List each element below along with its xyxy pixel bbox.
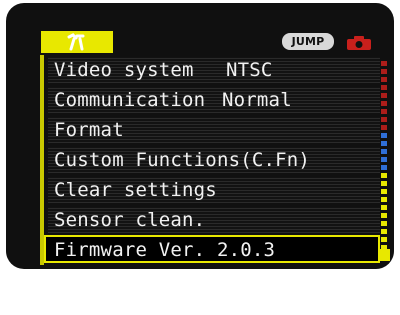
menu-item-custom-functions[interactable]: Custom Functions(C.Fn)	[48, 147, 380, 173]
scrollbar-segment	[381, 109, 387, 114]
menu-item-label: Video system	[54, 59, 194, 81]
menu-item-label: Format	[54, 119, 124, 141]
tab-setup[interactable]	[41, 31, 113, 53]
scrollbar-segment	[381, 141, 387, 146]
menu-item-label: Communication	[54, 89, 206, 111]
scrollbar-segment	[381, 205, 387, 210]
menu-item-clear-settings[interactable]: Clear settings	[48, 177, 380, 203]
scrollbar-segment	[381, 117, 387, 122]
menu-item-video-system[interactable]: Video system NTSC	[48, 57, 380, 83]
scroll-position-indicator	[380, 249, 390, 261]
scrollbar-segment	[381, 197, 387, 202]
menu-item-value: NTSC	[226, 59, 273, 81]
menu-item-label: Firmware Ver. 2.0.3	[54, 239, 276, 261]
menu-item-label: Custom Functions(C.Fn)	[54, 149, 311, 171]
scrollbar-segment	[381, 221, 387, 226]
camera-lcd-screen: JUMP Video system NTSC Communication Nor…	[6, 3, 394, 269]
scrollbar-segment	[381, 133, 387, 138]
scrollbar-segment	[381, 69, 387, 74]
menu-item-label: Clear settings	[54, 179, 217, 201]
scrollbar-segment	[381, 189, 387, 194]
scrollbar-segment	[381, 157, 387, 162]
scrollbar-segment	[381, 181, 387, 186]
scrollbar-segment	[381, 85, 387, 90]
scrollbar-segment	[381, 237, 387, 242]
tab-shooting[interactable]	[346, 35, 372, 51]
menu-item-firmware-version[interactable]: Firmware Ver. 2.0.3	[44, 235, 380, 263]
menu-item-format[interactable]: Format	[48, 117, 380, 143]
scrollbar-segment	[381, 77, 387, 82]
menu-item-value: Normal	[222, 89, 292, 111]
scrollbar-segment	[381, 125, 387, 130]
settings-menu-list: Video system NTSC Communication Normal F…	[40, 55, 380, 265]
wrench-hammer-icon	[67, 33, 85, 51]
camera-icon	[347, 36, 371, 50]
jump-button[interactable]: JUMP	[282, 33, 334, 50]
menu-item-label: Sensor clean.	[54, 209, 206, 231]
scrollbar-segment	[381, 165, 387, 170]
scrollbar-segment	[381, 173, 387, 178]
tab-scrollbar[interactable]	[380, 53, 388, 265]
scrollbar-segment	[381, 93, 387, 98]
menu-item-sensor-clean[interactable]: Sensor clean.	[48, 207, 380, 233]
scrollbar-segment	[381, 229, 387, 234]
scrollbar-segment	[381, 149, 387, 154]
menu-item-communication[interactable]: Communication Normal	[48, 87, 380, 113]
scrollbar-segment	[381, 61, 387, 66]
scrollbar-segment	[381, 213, 387, 218]
scrollbar-segment	[381, 101, 387, 106]
